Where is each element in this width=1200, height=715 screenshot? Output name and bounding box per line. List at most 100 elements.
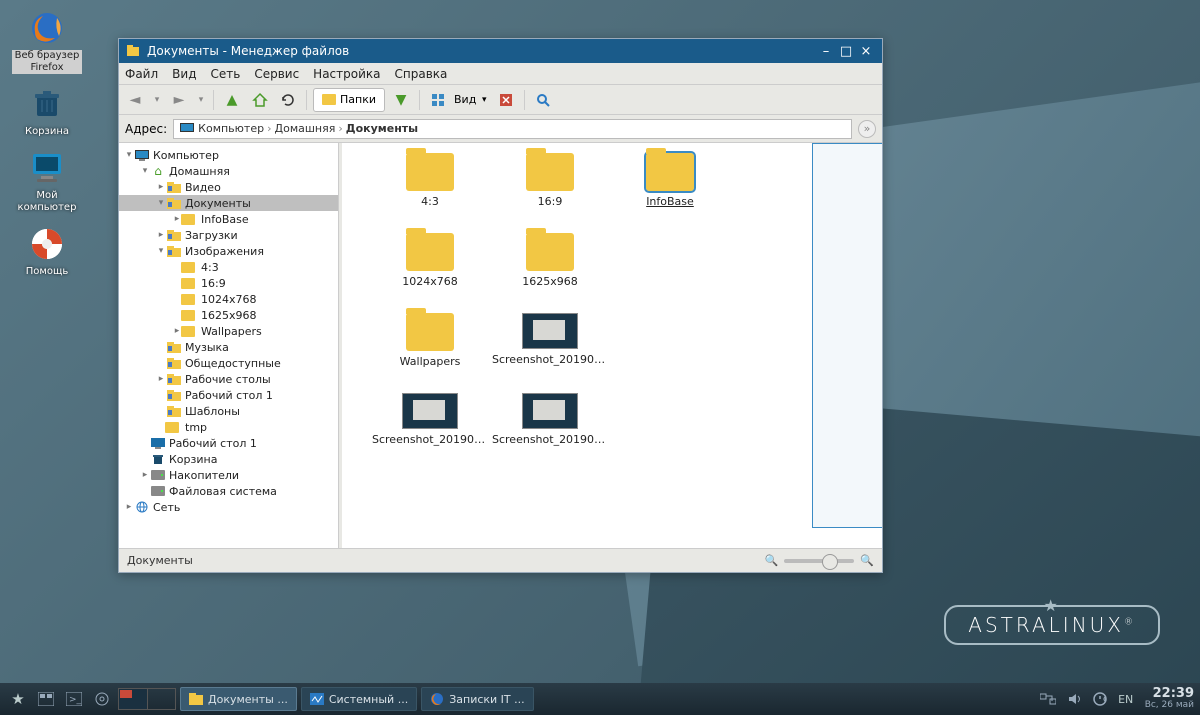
menu-network[interactable]: Сеть bbox=[210, 67, 240, 81]
clock[interactable]: 22:39 Вс, 26 май bbox=[1145, 687, 1194, 711]
start-button[interactable]: ★ bbox=[6, 687, 30, 711]
icon-view-button[interactable] bbox=[426, 88, 450, 112]
close-panel-button[interactable] bbox=[494, 88, 518, 112]
task-system-monitor[interactable]: Системный ... bbox=[301, 687, 417, 711]
zoom-out-icon[interactable]: 🔍 bbox=[765, 554, 779, 567]
tree-item[interactable]: Файловая система bbox=[119, 483, 338, 499]
folder-icon bbox=[183, 278, 197, 289]
tree-item[interactable]: ▸ Сеть bbox=[119, 499, 338, 515]
tree-item[interactable]: ▾Документы bbox=[119, 195, 338, 211]
maximize-button[interactable]: □ bbox=[836, 44, 856, 59]
tree-item[interactable]: ▾Компьютер bbox=[119, 147, 338, 163]
search-button[interactable] bbox=[531, 88, 555, 112]
tree-item[interactable]: Рабочий стол 1 bbox=[119, 387, 338, 403]
tree-item[interactable]: Шаблоны bbox=[119, 403, 338, 419]
tree-toggle-icon[interactable]: ▾ bbox=[155, 198, 167, 208]
tree-toggle-icon[interactable]: ▾ bbox=[139, 166, 151, 176]
tree-item[interactable]: ▸InfoBase bbox=[119, 211, 338, 227]
filemanager-icon bbox=[189, 692, 203, 706]
workspace-2[interactable] bbox=[148, 689, 176, 709]
address-go-button[interactable]: » bbox=[858, 120, 876, 138]
tree-item[interactable]: Рабочий стол 1 bbox=[119, 435, 338, 451]
folders-panel-button[interactable]: Папки bbox=[313, 88, 385, 112]
file-item[interactable]: 1024x768 bbox=[372, 233, 488, 288]
task-file-manager[interactable]: Документы ... bbox=[180, 687, 297, 711]
tree-label: Сеть bbox=[153, 501, 180, 514]
zoom-slider[interactable] bbox=[784, 559, 854, 563]
network-icon[interactable] bbox=[1037, 688, 1059, 710]
workspace-1[interactable] bbox=[119, 689, 148, 709]
file-item[interactable]: Wallpapers bbox=[372, 313, 488, 368]
keyboard-layout[interactable]: EN bbox=[1115, 688, 1137, 710]
task-firefox[interactable]: Записки IT ... bbox=[421, 687, 533, 711]
file-item[interactable]: Screenshot_2019052... bbox=[372, 393, 488, 446]
crumb-documents[interactable]: Документы bbox=[346, 122, 418, 135]
volume-icon[interactable] bbox=[1063, 688, 1085, 710]
tree-item[interactable]: tmp bbox=[119, 419, 338, 435]
crumb-home[interactable]: Домашняя bbox=[275, 122, 336, 135]
workspace-pager[interactable] bbox=[118, 688, 176, 710]
tree-toggle-icon[interactable]: ▾ bbox=[123, 150, 135, 160]
tree-toggle-icon[interactable]: ▸ bbox=[155, 182, 167, 192]
menu-file[interactable]: Файл bbox=[125, 67, 158, 81]
folder-tree[interactable]: ▾Компьютер▾⌂Домашняя▸Видео▾Документы▸Inf… bbox=[119, 143, 339, 548]
folder-content[interactable]: 4:316:9InfoBase 1024x7681625x968Wallpaper… bbox=[342, 143, 882, 548]
show-desktop-button[interactable] bbox=[34, 687, 58, 711]
menu-help[interactable]: Справка bbox=[395, 67, 448, 81]
tree-item[interactable]: Корзина bbox=[119, 451, 338, 467]
file-item[interactable]: 1625x968 bbox=[492, 233, 608, 288]
home-button[interactable] bbox=[248, 88, 272, 112]
desktop-icon-firefox[interactable]: Веб браузер Firefox bbox=[12, 8, 82, 74]
window-titlebar[interactable]: Документы - Менеджер файлов – □ × bbox=[119, 39, 882, 63]
tree-item[interactable]: 4:3 bbox=[119, 259, 338, 275]
trash-icon bbox=[27, 84, 67, 124]
tree-item[interactable]: 1625x968 bbox=[119, 307, 338, 323]
crumb-computer[interactable]: Компьютер bbox=[198, 122, 264, 135]
file-item[interactable]: InfoBase bbox=[612, 153, 728, 208]
desktop-icon-label: Корзина bbox=[25, 126, 69, 138]
menu-view[interactable]: Вид bbox=[172, 67, 196, 81]
up-button[interactable]: ▲ bbox=[220, 88, 244, 112]
file-item[interactable]: 16:9 bbox=[492, 153, 608, 208]
back-menu-button[interactable]: ▾ bbox=[151, 88, 163, 112]
folder-b-icon bbox=[167, 342, 181, 353]
tree-item[interactable]: ▸Видео bbox=[119, 179, 338, 195]
file-item[interactable]: Screenshot_2019052... bbox=[492, 393, 608, 446]
tree-item[interactable]: ▸Накопители bbox=[119, 467, 338, 483]
minimize-button[interactable]: – bbox=[816, 44, 836, 59]
tree-toggle-icon[interactable]: ▾ bbox=[155, 246, 167, 256]
tree-label: Файловая система bbox=[169, 485, 277, 498]
file-item[interactable]: 4:3 bbox=[372, 153, 488, 208]
address-field[interactable]: Компьютер › Домашняя › Документы bbox=[173, 119, 852, 139]
apps-button[interactable] bbox=[90, 687, 114, 711]
tree-item[interactable]: ▾⌂Домашняя bbox=[119, 163, 338, 179]
forward-button[interactable]: ► bbox=[167, 88, 191, 112]
close-button[interactable]: × bbox=[856, 44, 876, 59]
tree-item[interactable]: ▸Загрузки bbox=[119, 227, 338, 243]
forward-menu-button[interactable]: ▾ bbox=[195, 88, 207, 112]
desktop-icon-trash[interactable]: Корзина bbox=[12, 84, 82, 138]
tree-item[interactable]: ▾Изображения bbox=[119, 243, 338, 259]
file-item[interactable]: Screenshot_2019052... bbox=[492, 313, 608, 366]
terminal-button[interactable]: >_ bbox=[62, 687, 86, 711]
tree-item[interactable]: Музыка bbox=[119, 339, 338, 355]
tree-toggle-icon[interactable]: ▸ bbox=[123, 502, 135, 512]
logout-icon[interactable] bbox=[1089, 688, 1111, 710]
view-menu-button[interactable]: ▾ bbox=[478, 88, 490, 112]
back-button[interactable]: ◄ bbox=[123, 88, 147, 112]
desktop-icon-help[interactable]: Помощь bbox=[12, 224, 82, 278]
tree-toggle-icon[interactable]: ▸ bbox=[155, 230, 167, 240]
filter-button[interactable]: ▼ bbox=[389, 88, 413, 112]
menu-service[interactable]: Сервис bbox=[254, 67, 299, 81]
tree-item[interactable]: ▸Рабочие столы bbox=[119, 371, 338, 387]
menu-settings[interactable]: Настройка bbox=[313, 67, 380, 81]
tree-item[interactable]: 1024x768 bbox=[119, 291, 338, 307]
tree-item[interactable]: Общедоступные bbox=[119, 355, 338, 371]
zoom-in-icon[interactable]: 🔍 bbox=[860, 554, 874, 567]
desktop-icon-computer[interactable]: Мой компьютер bbox=[12, 148, 82, 214]
reload-button[interactable] bbox=[276, 88, 300, 112]
tree-toggle-icon[interactable]: ▸ bbox=[155, 374, 167, 384]
tree-item[interactable]: ▸Wallpapers bbox=[119, 323, 338, 339]
tree-item[interactable]: 16:9 bbox=[119, 275, 338, 291]
tree-toggle-icon[interactable]: ▸ bbox=[139, 470, 151, 480]
